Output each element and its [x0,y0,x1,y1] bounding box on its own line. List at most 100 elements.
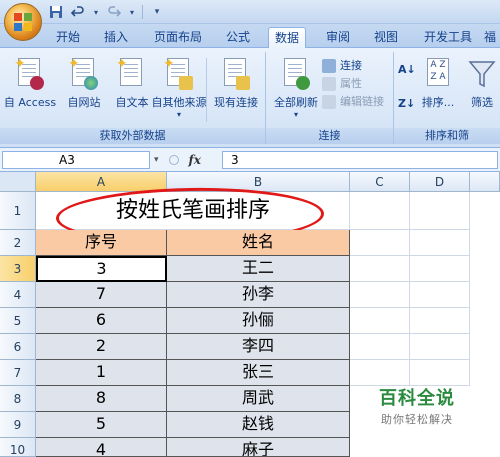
cell-a5[interactable]: 6 [36,308,167,334]
chevron-down-icon: ▾ [176,110,181,119]
cell-a4[interactable]: 7 [36,282,167,308]
tab-insert[interactable]: 插入 [98,27,134,48]
chevron-down-icon[interactable]: ▾ [128,4,136,20]
from-other-sources-button[interactable]: ✦ 自其他来源 ▾ [148,56,210,124]
connections-button[interactable]: 连接 [322,58,362,74]
database-icon [179,76,193,90]
cell-a6[interactable]: 2 [36,334,167,360]
from-web-label: 自网站 [67,96,101,109]
row-header-2[interactable]: 2 [0,230,36,256]
cell-b8[interactable]: 周武 [167,386,350,412]
chevron-down-icon[interactable]: ▾ [154,155,159,165]
cell-b6[interactable]: 李四 [167,334,350,360]
ribbon: ✦ 自 Access ✦ 自网站 ✦ 自文本 ✦ 自其他来源 ▾ 现有连接 获取… [0,48,500,148]
tab-formulas[interactable]: 公式 [220,27,256,48]
from-access-button[interactable]: ✦ 自 Access [2,56,58,124]
properties-button[interactable]: 属性 [322,76,362,92]
cell-d1[interactable] [410,192,470,230]
sort-desc-button[interactable]: Z↓ [398,96,415,112]
row-header-5[interactable]: 5 [0,308,36,334]
insert-function-icon[interactable]: fx [189,153,201,167]
cell-a3[interactable]: 3 [36,256,167,282]
formula-input[interactable]: 3 [222,151,498,169]
tab-data[interactable]: 数据 [268,27,307,48]
tab-more[interactable]: 福 [478,27,500,48]
group-sort-filter: A↓ Z↓ A ZZ A 排序... 筛选 排序和筛 [394,52,500,144]
customize-toolbar-icon[interactable]: ▾ [149,4,165,20]
cell-b3[interactable]: 王二 [167,256,350,282]
ribbon-tabs: 开始 插入 页面布局 公式 数据 审阅 视图 开发工具 福 [0,24,500,48]
row-header-9[interactable]: 9 [0,412,36,438]
column-header-a[interactable]: A [36,172,167,192]
cell-c5[interactable] [350,308,410,334]
cell-d6[interactable] [410,334,470,360]
save-icon[interactable] [48,4,64,20]
cell-c1[interactable] [350,192,410,230]
cell-a8[interactable]: 8 [36,386,167,412]
divider [142,5,143,19]
tab-home[interactable]: 开始 [50,27,86,48]
row-header-4[interactable]: 4 [0,282,36,308]
office-button[interactable] [4,3,42,41]
edit-links-button[interactable]: 编辑链接 [322,94,384,110]
cell-d2[interactable] [410,230,470,256]
name-box[interactable]: A3 [2,151,150,169]
group-label: 排序和筛 [394,128,500,144]
new-star-icon: ✦ [68,56,80,72]
new-star-icon: ✦ [14,56,26,72]
cell-d4[interactable] [410,282,470,308]
cell-c2[interactable] [350,230,410,256]
column-header-d[interactable]: D [410,172,470,192]
group-label: 获取外部数据 [0,128,265,144]
undo-icon[interactable] [70,4,86,20]
filter-icon [466,58,498,90]
formula-tools: ▾ fx [150,151,210,169]
chevron-down-icon[interactable]: ▾ [92,4,100,20]
from-text-label: 自文本 [115,96,149,109]
row-header-10[interactable]: 10 [0,438,36,457]
cell-c7[interactable] [350,360,410,386]
quick-access-toolbar: ▾ ▾ ▾ [48,4,165,20]
column-header-e[interactable] [470,172,500,192]
row-header-8[interactable]: 8 [0,386,36,412]
sort-asc-button[interactable]: A↓ [398,62,416,78]
tab-review[interactable]: 审阅 [320,27,356,48]
existing-connections-button[interactable]: 现有连接 [208,56,264,124]
spreadsheet-grid: A B C D 1 2 3 4 5 6 7 8 9 10 按姓氏笔画排序 序号 … [0,172,500,457]
row-header-7[interactable]: 7 [0,360,36,386]
cell-d3[interactable] [410,256,470,282]
cell-a10[interactable]: 4 [36,438,167,457]
redo-icon[interactable] [106,4,122,20]
cell-d5[interactable] [410,308,470,334]
resize-handle-icon[interactable] [168,155,179,165]
cell-c3[interactable] [350,256,410,282]
cell-b10[interactable]: 麻子 [167,438,350,457]
connections-label: 连接 [340,59,362,72]
row-header-1[interactable]: 1 [0,192,36,230]
select-all-corner[interactable] [0,172,36,192]
filter-label: 筛选 [471,96,493,109]
cell-b9[interactable]: 赵钱 [167,412,350,438]
cell-b7[interactable]: 张三 [167,360,350,386]
cell-a7[interactable]: 1 [36,360,167,386]
cell-d7[interactable] [410,360,470,386]
tab-view[interactable]: 视图 [368,27,404,48]
sort-label: 排序... [421,96,455,109]
column-header-c[interactable]: C [350,172,410,192]
sort-icon: A ZZ A [427,58,449,86]
header-cell-a2[interactable]: 序号 [36,230,167,256]
cell-c6[interactable] [350,334,410,360]
row-header-6[interactable]: 6 [0,334,36,360]
cell-b5[interactable]: 孙俪 [167,308,350,334]
filter-button[interactable]: 筛选 [462,56,500,124]
header-cell-b2[interactable]: 姓名 [167,230,350,256]
cell-c4[interactable] [350,282,410,308]
access-icon [30,76,44,90]
refresh-all-button[interactable]: 全部刷新 ▾ [268,56,324,124]
row-header-3[interactable]: 3 [0,256,36,282]
tab-page-layout[interactable]: 页面布局 [148,27,208,48]
sort-button[interactable]: A ZZ A 排序... [418,56,458,124]
tab-developer[interactable]: 开发工具 [418,27,478,48]
cell-a9[interactable]: 5 [36,412,167,438]
cell-b4[interactable]: 孙李 [167,282,350,308]
